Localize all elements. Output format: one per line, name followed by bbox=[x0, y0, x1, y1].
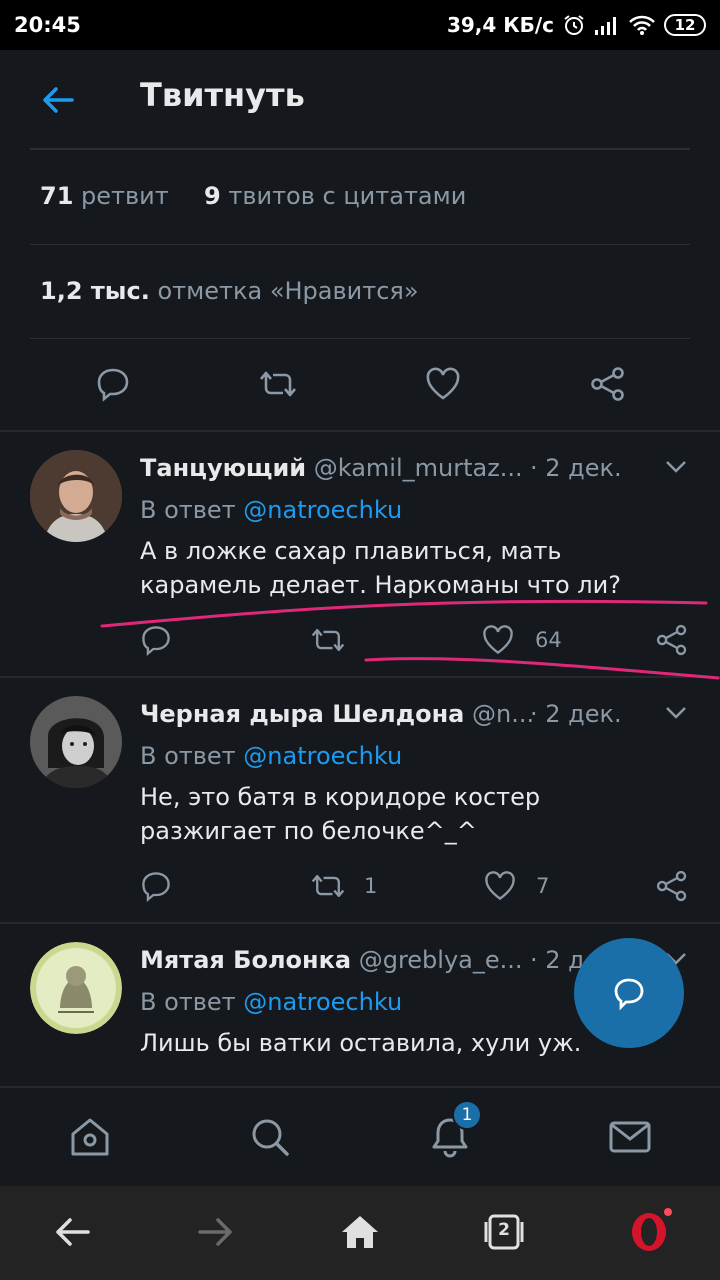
tweet-divider bbox=[0, 922, 720, 924]
reply-icon[interactable] bbox=[138, 868, 174, 904]
tweet-divider bbox=[0, 430, 720, 432]
page-title: Твитнуть bbox=[140, 76, 305, 114]
reply-to-prefix: В ответ bbox=[140, 742, 236, 770]
browser-bar: 2 bbox=[0, 1186, 720, 1280]
author-name: Танцующий bbox=[140, 454, 307, 482]
reply-author[interactable]: Черная дыра Шелдона @n... bbox=[140, 700, 534, 728]
mail-icon[interactable] bbox=[607, 1114, 653, 1160]
author-handle: @greblya_e... bbox=[358, 946, 523, 974]
browser-home-icon[interactable] bbox=[338, 1210, 382, 1254]
alarm-icon bbox=[564, 15, 584, 35]
reply-to-prefix: В ответ bbox=[140, 496, 236, 524]
retweet-count: 1 bbox=[364, 874, 378, 898]
author-name: Мятая Болонка bbox=[140, 946, 352, 974]
tweet-divider bbox=[0, 676, 720, 678]
reply-to-mention[interactable]: @natroechku bbox=[243, 988, 402, 1016]
home-icon[interactable] bbox=[67, 1114, 113, 1160]
arrow-left-icon[interactable] bbox=[38, 80, 78, 120]
reply-author[interactable]: Танцующий @kamil_murtaz... bbox=[140, 454, 523, 482]
reply-date: · 2 д bbox=[530, 946, 585, 974]
browser-forward-icon[interactable] bbox=[194, 1210, 238, 1254]
likes-stats[interactable]: 1,2 тыс. отметка «Нравится» bbox=[40, 277, 419, 305]
app-header: Твитнуть bbox=[0, 50, 720, 148]
reply-date: · 2 дек. bbox=[530, 700, 622, 728]
reply-to-line: В ответ @natroechku bbox=[140, 742, 402, 770]
browser-back-icon[interactable] bbox=[50, 1210, 94, 1254]
stats-divider bbox=[30, 338, 690, 339]
likes-label: отметка «Нравится» bbox=[157, 277, 419, 305]
reply-icon[interactable] bbox=[138, 622, 174, 658]
quotes-label: твитов с цитатами bbox=[228, 182, 467, 210]
tabs-count: 2 bbox=[498, 1220, 510, 1240]
reply-to-prefix: В ответ bbox=[140, 988, 236, 1016]
compose-reply-button[interactable] bbox=[574, 938, 684, 1048]
signal-icon bbox=[595, 17, 616, 35]
quote-stats[interactable]: 9 твитов с цитатами bbox=[204, 182, 466, 210]
reply-text: Лишь бы ватки оставила, хули уж. bbox=[140, 1029, 582, 1057]
author-handle: @kamil_murtaz... bbox=[313, 454, 523, 482]
retweet-icon[interactable] bbox=[310, 868, 346, 904]
like-count: 64 bbox=[535, 628, 562, 652]
share-icon[interactable] bbox=[588, 364, 628, 404]
share-icon[interactable] bbox=[654, 622, 690, 658]
avatar[interactable] bbox=[30, 450, 122, 542]
status-bar: 20:45 39,4 КБ/с 12 bbox=[0, 0, 720, 50]
retweet-stats[interactable]: 71 ретвит bbox=[40, 182, 169, 210]
notification-badge: 1 bbox=[452, 1100, 482, 1130]
retweets-label: ретвит bbox=[81, 182, 169, 210]
reply-icon bbox=[614, 978, 644, 1011]
like-icon[interactable] bbox=[423, 364, 463, 404]
network-speed: 39,4 КБ/с bbox=[446, 13, 554, 37]
avatar[interactable] bbox=[30, 696, 122, 788]
reply-icon[interactable] bbox=[93, 364, 133, 404]
retweet-icon[interactable] bbox=[258, 364, 298, 404]
status-time: 20:45 bbox=[14, 13, 81, 37]
author-name: Черная дыра Шелдона bbox=[140, 700, 465, 728]
reply-text: Не, это батя в коридоре костер разжигает… bbox=[140, 783, 541, 845]
reply-text: А в ложке сахар плавиться, мать карамель… bbox=[140, 537, 621, 599]
header-divider bbox=[30, 148, 690, 150]
like-icon[interactable] bbox=[482, 868, 518, 904]
opera-menu-icon[interactable] bbox=[626, 1206, 674, 1254]
reply-to-mention[interactable]: @natroechku bbox=[243, 496, 402, 524]
avatar[interactable] bbox=[30, 942, 122, 1034]
status-indicators: 39,4 КБ/с 12 bbox=[447, 13, 706, 37]
tabs-button[interactable]: 2 bbox=[482, 1210, 526, 1254]
reply-to-line: В ответ @natroechku bbox=[140, 496, 402, 524]
retweets-count: 71 bbox=[40, 182, 74, 210]
share-icon[interactable] bbox=[654, 868, 690, 904]
reply-to-line: В ответ @natroechku bbox=[140, 988, 402, 1016]
likes-count: 1,2 тыс. bbox=[40, 277, 150, 305]
quotes-count: 9 bbox=[204, 182, 221, 210]
reply-date: · 2 дек. bbox=[530, 454, 622, 482]
chevron-down-icon[interactable] bbox=[664, 700, 688, 724]
stats-divider bbox=[30, 244, 690, 245]
like-icon[interactable] bbox=[480, 622, 516, 658]
reply-author[interactable]: Мятая Болонка @greblya_e... bbox=[140, 946, 523, 974]
author-handle: @n... bbox=[472, 700, 535, 728]
search-icon[interactable] bbox=[247, 1114, 293, 1160]
retweet-icon[interactable] bbox=[310, 622, 346, 658]
wifi-icon bbox=[629, 15, 655, 35]
reply-to-mention[interactable]: @natroechku bbox=[243, 742, 402, 770]
bottom-nav bbox=[0, 1086, 720, 1186]
chevron-down-icon[interactable] bbox=[664, 454, 688, 478]
like-count: 7 bbox=[536, 874, 550, 898]
battery-indicator: 12 bbox=[664, 14, 706, 36]
